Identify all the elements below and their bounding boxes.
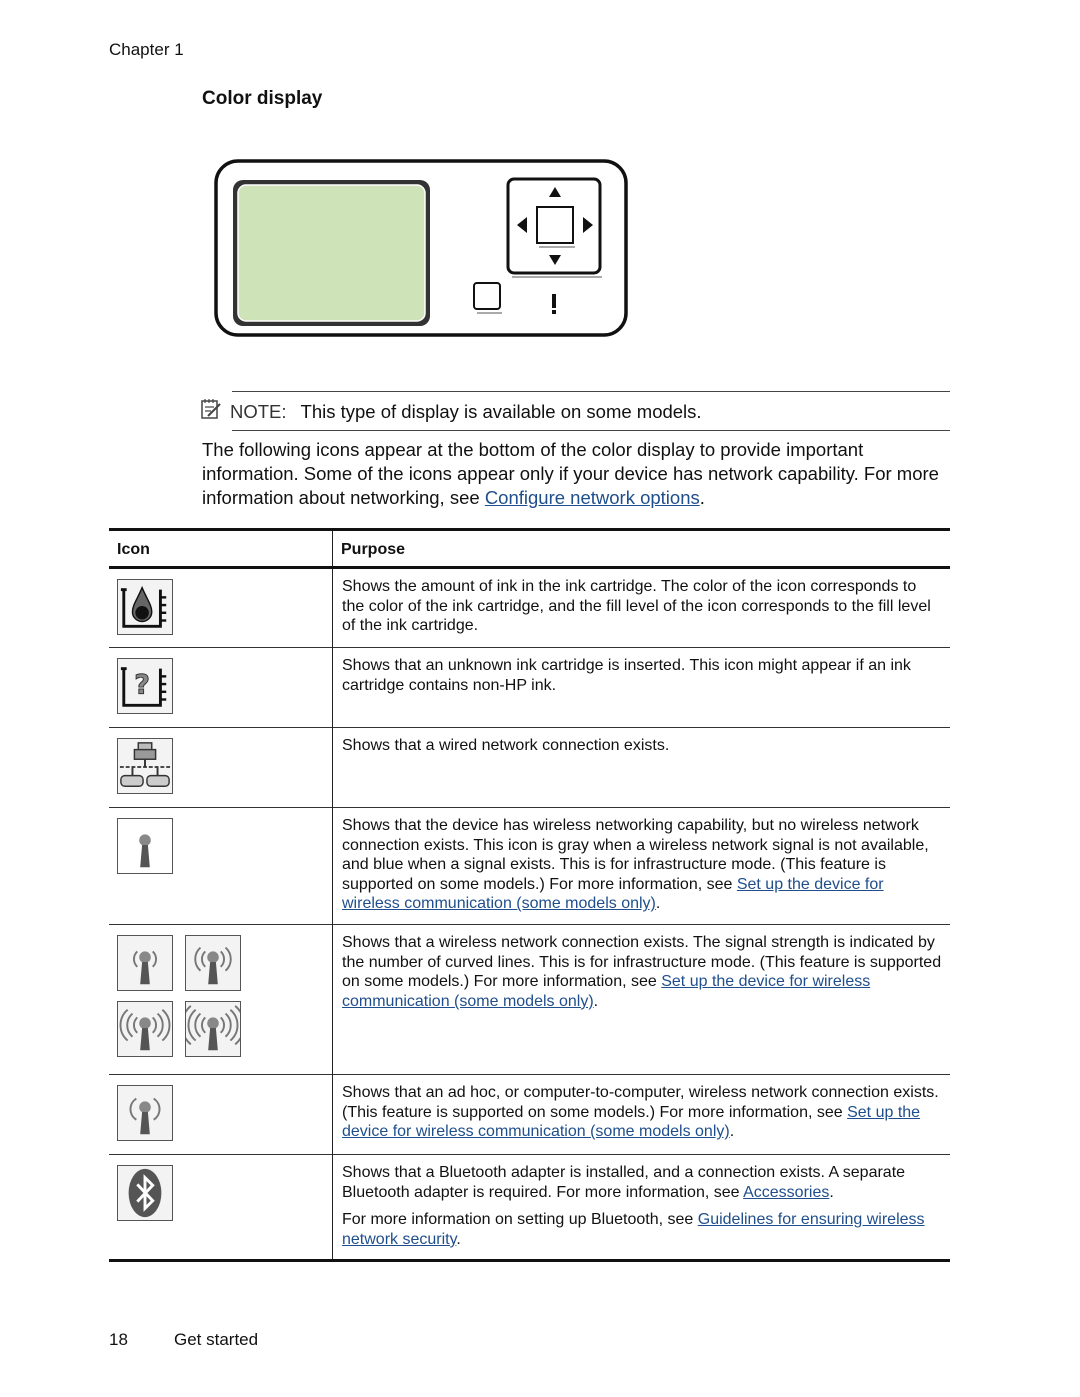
intro-paragraph: The following icons appear at the bottom… xyxy=(202,439,939,508)
note-top-rule xyxy=(232,391,950,392)
table-row: Shows that a wired network connection ex… xyxy=(109,727,950,808)
purpose-text-2: For more information on setting up Bluet… xyxy=(342,1211,698,1229)
note-bottom-rule xyxy=(232,430,950,431)
table-row: Shows that an ad hoc, or computer-to-com… xyxy=(109,1074,950,1155)
footer-section-title: Get started xyxy=(174,1330,259,1349)
column-header-purpose: Purpose xyxy=(341,541,406,558)
column-header-icon: Icon xyxy=(109,529,333,568)
control-panel-illustration xyxy=(212,157,630,339)
bluetooth-icon xyxy=(117,1164,173,1221)
svg-text:?: ? xyxy=(134,670,150,701)
configure-network-options-link[interactable]: Configure network options xyxy=(485,487,700,508)
section-title: Color display xyxy=(202,88,323,109)
display-screen xyxy=(237,184,426,322)
wireless-signal-3-bars-icon xyxy=(117,1000,173,1057)
ink-level-icon xyxy=(117,579,173,635)
wired-network-icon xyxy=(117,738,173,794)
table-row: Shows the amount of ink in the ink cartr… xyxy=(109,567,950,648)
table-row: Shows that a wireless network connection… xyxy=(109,924,950,1075)
wireless-signal-4-bars-icon xyxy=(185,1000,241,1057)
attention-icon xyxy=(552,294,556,308)
note-label: NOTE: xyxy=(230,400,287,422)
purpose-text: Shows that an unknown ink cartridge is i… xyxy=(342,657,911,694)
note: NOTE: This type of display is available … xyxy=(200,398,702,425)
cancel-button-icon xyxy=(473,282,501,310)
table-row: ? Shows that an unknown ink cartridge is… xyxy=(109,647,950,728)
table-row: Shows that a Bluetooth adapter is instal… xyxy=(109,1154,950,1261)
status-icons-table: Icon Purpose Shows the amount of ink in … xyxy=(109,528,950,1262)
page-number: 18 xyxy=(109,1330,128,1349)
note-icon xyxy=(200,398,222,425)
unknown-cartridge-icon: ? xyxy=(117,658,173,714)
chapter-header: Chapter 1 xyxy=(109,40,184,59)
table-header-row: Icon Purpose xyxy=(109,529,950,568)
purpose-text: Shows that a wired network connection ex… xyxy=(342,737,670,754)
note-text: This type of display is available on som… xyxy=(300,400,702,422)
ok-button-icon xyxy=(536,206,574,244)
purpose-text: Shows the amount of ink in the ink cartr… xyxy=(342,578,931,635)
wireless-ad-hoc-icon xyxy=(117,1084,173,1141)
wireless-signal-strength-icons xyxy=(117,934,324,1057)
wireless-signal-1-bar-icon xyxy=(117,934,173,991)
wireless-no-connection-icon xyxy=(117,818,173,874)
wireless-signal-2-bars-icon xyxy=(185,934,241,991)
accessories-link[interactable]: Accessories xyxy=(743,1184,829,1201)
table-row: Shows that the device has wireless netwo… xyxy=(109,807,950,925)
